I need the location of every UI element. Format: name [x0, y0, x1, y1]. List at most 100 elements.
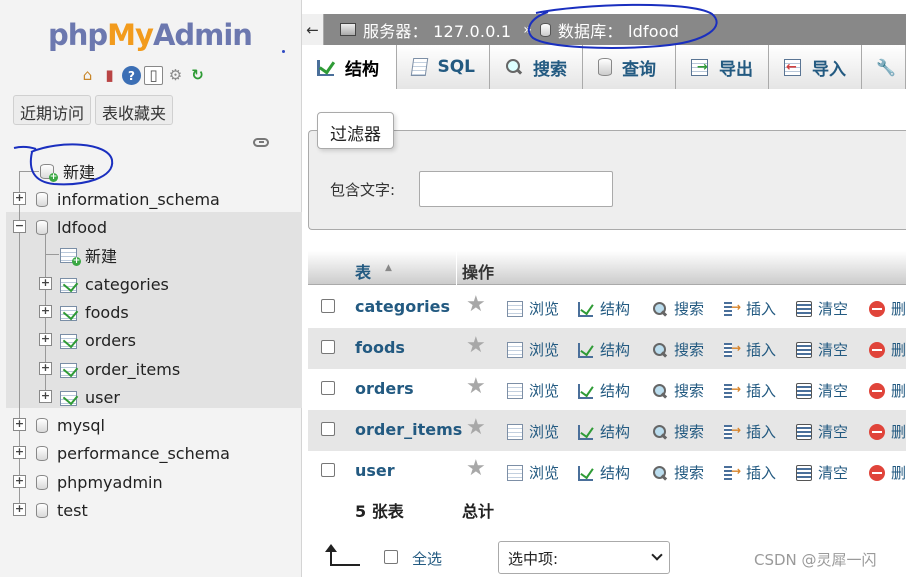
- with-selected-dropdown[interactable]: 选中项:: [498, 541, 670, 574]
- table-name-link[interactable]: order_items: [355, 420, 462, 439]
- favorites-tab[interactable]: 表收藏夹: [95, 95, 174, 125]
- drop-action[interactable]: 删: [869, 298, 906, 319]
- table-row: order_items★ 浏览 结构 搜索 插入 清空 删: [308, 410, 906, 451]
- recent-tab[interactable]: 近期访问: [13, 95, 92, 125]
- phpmyadmin-logo[interactable]: phpMyAdmin: [48, 18, 253, 52]
- drop-action[interactable]: 删: [869, 462, 906, 483]
- database-icon: [539, 22, 551, 37]
- favorite-star-icon[interactable]: ★: [466, 294, 486, 316]
- expand-icon[interactable]: +: [13, 503, 26, 516]
- tab-import[interactable]: 导入: [769, 45, 862, 89]
- expand-icon[interactable]: +: [39, 390, 52, 403]
- tree-table-orders[interactable]: orders: [60, 326, 136, 354]
- row-checkbox[interactable]: [321, 299, 335, 313]
- structure-action[interactable]: 结构: [578, 462, 630, 483]
- tree-table-foods[interactable]: foods: [60, 298, 129, 326]
- browse-action[interactable]: 浏览: [507, 421, 559, 442]
- help-icon[interactable]: ?: [122, 66, 141, 85]
- row-checkbox[interactable]: [321, 463, 335, 477]
- search-action[interactable]: 搜索: [652, 339, 704, 360]
- favorite-star-icon[interactable]: ★: [466, 417, 486, 439]
- drop-action[interactable]: 删: [869, 421, 906, 442]
- favorite-star-icon[interactable]: ★: [466, 376, 486, 398]
- browse-icon: [507, 300, 523, 317]
- search-action[interactable]: 搜索: [652, 298, 704, 319]
- empty-icon: [796, 423, 812, 440]
- home-icon[interactable]: ⌂: [78, 66, 97, 85]
- table-name-link[interactable]: user: [355, 461, 395, 480]
- insert-action[interactable]: 插入: [724, 462, 776, 483]
- expand-icon[interactable]: +: [13, 192, 26, 205]
- tab-search[interactable]: 搜索: [490, 45, 583, 89]
- collapse-icon[interactable]: −: [13, 220, 26, 233]
- breadcrumb-database[interactable]: 数据库： ldfood: [558, 18, 679, 42]
- collapse-nav-arrow-icon[interactable]: ←: [302, 14, 324, 45]
- table-name-link[interactable]: categories: [355, 297, 450, 316]
- tree-new-table[interactable]: 新建: [60, 241, 117, 269]
- expand-icon[interactable]: +: [39, 362, 52, 375]
- filter-input[interactable]: [419, 171, 613, 207]
- expand-icon[interactable]: +: [13, 418, 26, 431]
- favorite-star-icon[interactable]: ★: [466, 335, 486, 357]
- expand-icon[interactable]: +: [13, 475, 26, 488]
- row-checkbox[interactable]: [321, 340, 335, 354]
- search-action[interactable]: 搜索: [652, 462, 704, 483]
- tab-export[interactable]: 导出: [676, 45, 769, 89]
- browse-action[interactable]: 浏览: [507, 298, 559, 319]
- search-action[interactable]: 搜索: [652, 380, 704, 401]
- tab-sql[interactable]: SQL: [397, 45, 490, 89]
- tree-new-database[interactable]: 新建: [40, 157, 95, 185]
- browse-action[interactable]: 浏览: [507, 339, 559, 360]
- tab-operations[interactable]: 🔧: [862, 45, 906, 89]
- structure-action[interactable]: 结构: [578, 421, 630, 442]
- row-checkbox[interactable]: [321, 381, 335, 395]
- tree-table-order_items[interactable]: order_items: [60, 355, 180, 383]
- structure-icon: [578, 383, 594, 399]
- table-name-link[interactable]: orders: [355, 379, 414, 398]
- expand-icon[interactable]: +: [39, 305, 52, 318]
- row-checkbox[interactable]: [321, 422, 335, 436]
- drop-action[interactable]: 删: [869, 339, 906, 360]
- expand-icon[interactable]: +: [39, 333, 52, 346]
- tree-table-user[interactable]: user: [60, 383, 120, 411]
- tree-db-test[interactable]: test: [36, 496, 88, 524]
- tree-db-phpmyadmin[interactable]: phpmyadmin: [36, 468, 163, 496]
- browse-action[interactable]: 浏览: [507, 380, 559, 401]
- structure-action[interactable]: 结构: [578, 380, 630, 401]
- tree-db-ldfood[interactable]: ldfood: [36, 213, 107, 241]
- tree-db-information_schema[interactable]: information_schema: [36, 185, 220, 213]
- link-icon[interactable]: [253, 138, 269, 147]
- empty-action[interactable]: 清空: [796, 298, 848, 319]
- reload-icon[interactable]: ↻: [188, 66, 207, 85]
- tab-query[interactable]: 查询: [583, 45, 676, 89]
- search-action[interactable]: 搜索: [652, 421, 704, 442]
- header-table-col[interactable]: 表 ▲: [308, 251, 457, 285]
- empty-action[interactable]: 清空: [796, 339, 848, 360]
- settings-icon[interactable]: ⚙: [166, 66, 185, 85]
- table-name-link[interactable]: foods: [355, 338, 405, 357]
- table-row: user ★ 浏览 结构 搜索 插入 清空 删: [308, 451, 906, 492]
- structure-action[interactable]: 结构: [578, 339, 630, 360]
- insert-action[interactable]: 插入: [724, 339, 776, 360]
- structure-action[interactable]: 结构: [578, 298, 630, 319]
- expand-icon[interactable]: +: [13, 446, 26, 459]
- docs-icon[interactable]: ▯: [144, 66, 163, 85]
- select-all-checkbox[interactable]: [384, 550, 398, 564]
- insert-action[interactable]: 插入: [724, 380, 776, 401]
- expand-icon[interactable]: +: [39, 277, 52, 290]
- empty-action[interactable]: 清空: [796, 380, 848, 401]
- breadcrumb-server[interactable]: 服务器： 127.0.0.1: [363, 18, 511, 42]
- insert-action[interactable]: 插入: [724, 298, 776, 319]
- tree-db-performance_schema[interactable]: performance_schema: [36, 439, 230, 467]
- select-all-label[interactable]: 全选: [412, 548, 442, 569]
- tree-table-categories[interactable]: categories: [60, 270, 169, 298]
- browse-action[interactable]: 浏览: [507, 462, 559, 483]
- exit-icon[interactable]: ▮: [100, 66, 119, 85]
- tree-db-mysql[interactable]: mysql: [36, 411, 105, 439]
- empty-action[interactable]: 清空: [796, 462, 848, 483]
- favorite-star-icon[interactable]: ★: [466, 458, 486, 480]
- insert-action[interactable]: 插入: [724, 421, 776, 442]
- tab-structure[interactable]: 结构: [302, 45, 397, 89]
- drop-action[interactable]: 删: [869, 380, 906, 401]
- empty-action[interactable]: 清空: [796, 421, 848, 442]
